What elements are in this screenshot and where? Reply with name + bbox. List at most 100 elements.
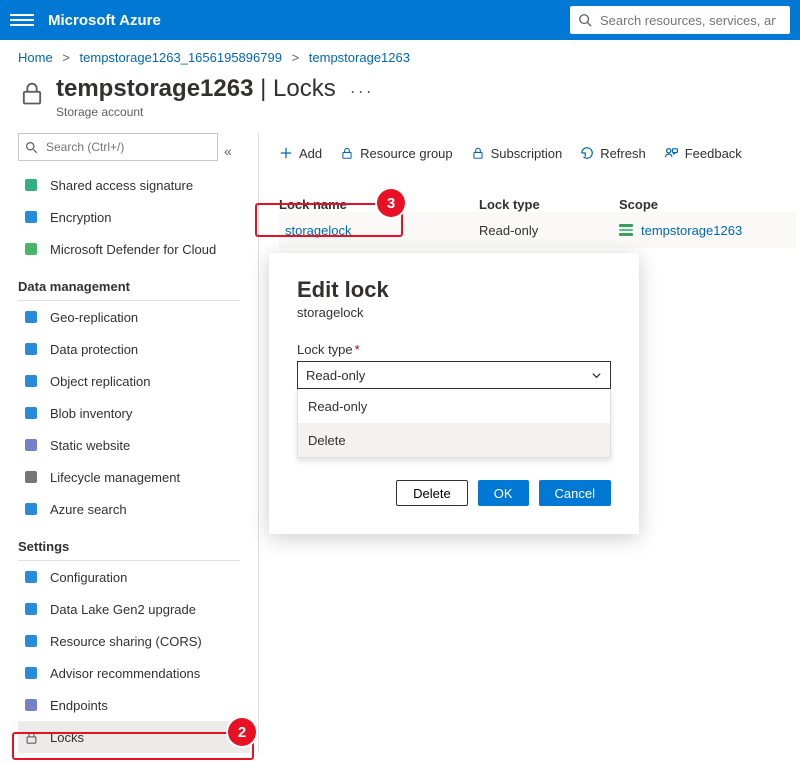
sidebar-item-label: Advisor recommendations <box>50 666 200 681</box>
sidebar-item-label: Encryption <box>50 210 111 225</box>
service-icon <box>22 500 40 518</box>
sidebar-item-azure-search[interactable]: Azure search <box>18 493 250 525</box>
search-icon <box>25 141 38 154</box>
sidebar-item-label: Blob inventory <box>50 406 132 421</box>
feedback-button[interactable]: Feedback <box>664 146 742 161</box>
brand-label: Microsoft Azure <box>48 12 161 29</box>
service-icon <box>22 176 40 194</box>
command-bar: Add Resource group Subscription Refresh … <box>279 133 796 173</box>
sidebar-item-label: Azure search <box>50 502 127 517</box>
global-header: Microsoft Azure <box>0 0 800 40</box>
service-icon <box>22 696 40 714</box>
lock-type-options: Read-only Delete <box>297 389 611 458</box>
page-title: tempstorage1263 | Locks <box>56 75 336 103</box>
sidebar-item-label: Endpoints <box>50 698 108 713</box>
service-icon <box>22 404 40 422</box>
ok-button[interactable]: OK <box>478 480 529 506</box>
add-button[interactable]: Add <box>279 146 322 161</box>
cancel-button[interactable]: Cancel <box>539 480 611 506</box>
page-subtitle: Storage account <box>56 105 336 119</box>
service-icon <box>22 240 40 258</box>
sidebar-item-configuration[interactable]: Configuration <box>18 561 250 593</box>
sidebar-item-label: Microsoft Defender for Cloud <box>50 242 216 257</box>
crumb-home[interactable]: Home <box>18 50 53 65</box>
sidebar-item-lifecycle-management[interactable]: Lifecycle management <box>18 461 250 493</box>
page-header: tempstorage1263 | Locks Storage account … <box>0 69 800 133</box>
sidebar-group-settings: Settings <box>18 525 240 561</box>
sidebar-item-data-protection[interactable]: Data protection <box>18 333 250 365</box>
col-lock-type: Lock type <box>479 197 619 212</box>
service-icon <box>22 568 40 586</box>
delete-button[interactable]: Delete <box>396 480 468 506</box>
global-search[interactable] <box>570 6 790 34</box>
panel-title: Edit lock <box>297 277 611 303</box>
option-delete[interactable]: Delete <box>298 423 610 457</box>
sidebar-item-resource-sharing-cors-[interactable]: Resource sharing (CORS) <box>18 625 250 657</box>
table-header: Lock name Lock type Scope <box>279 197 796 212</box>
sidebar-item-label: Lifecycle management <box>50 470 180 485</box>
service-icon <box>22 436 40 454</box>
service-icon <box>22 600 40 618</box>
edit-lock-panel: Edit lock storagelock Lock type* Read-on… <box>269 253 639 534</box>
service-icon <box>22 728 40 746</box>
cell-lock-type: Read-only <box>479 223 619 238</box>
refresh-button[interactable]: Refresh <box>580 146 646 161</box>
cell-lock-name[interactable]: storagelock <box>279 223 479 238</box>
lock-icon <box>18 79 46 107</box>
sidebar-item-label: Locks <box>50 730 84 745</box>
col-lock-name: Lock name <box>279 197 479 212</box>
crumb-resource[interactable]: tempstorage1263 <box>309 50 410 65</box>
sidebar-item-locks[interactable]: Locks <box>18 721 250 753</box>
sidebar-item-object-replication[interactable]: Object replication <box>18 365 250 397</box>
more-icon[interactable]: ··· <box>350 81 374 102</box>
table-row[interactable]: storagelock Read-only tempstorage1263 <box>279 212 796 248</box>
service-icon <box>22 208 40 226</box>
storage-icon <box>619 224 633 236</box>
lock-icon <box>340 146 354 160</box>
sidebar-item-endpoints[interactable]: Endpoints <box>18 689 250 721</box>
subscription-button[interactable]: Subscription <box>471 146 563 161</box>
crumb-group[interactable]: tempstorage1263_1656195896799 <box>80 50 282 65</box>
sidebar-item-label: Configuration <box>50 570 127 585</box>
sidebar-item-microsoft-defender-for-cloud[interactable]: Microsoft Defender for Cloud <box>18 233 250 265</box>
sidebar-item-label: Data Lake Gen2 upgrade <box>50 602 196 617</box>
plus-icon <box>279 146 293 160</box>
sidebar-item-blob-inventory[interactable]: Blob inventory <box>18 397 250 429</box>
sidebar: « Shared access signature Encryption Micro… <box>0 133 258 753</box>
sidebar-item-label: Data protection <box>50 342 138 357</box>
sidebar-group-data-management: Data management <box>18 265 240 301</box>
service-icon <box>22 308 40 326</box>
cell-scope[interactable]: tempstorage1263 <box>619 223 796 238</box>
sidebar-item-geo-replication[interactable]: Geo-replication <box>18 301 250 333</box>
menu-icon[interactable] <box>10 14 34 26</box>
sidebar-item-label: Static website <box>50 438 130 453</box>
col-scope: Scope <box>619 197 796 212</box>
sidebar-item-label: Geo-replication <box>50 310 138 325</box>
sidebar-item-label: Object replication <box>50 374 150 389</box>
lock-type-select[interactable]: Read-only <box>297 361 611 389</box>
sidebar-search-input[interactable] <box>44 139 211 155</box>
sidebar-item-data-lake-gen2-upgrade[interactable]: Data Lake Gen2 upgrade <box>18 593 250 625</box>
lock-icon <box>471 146 485 160</box>
option-read-only[interactable]: Read-only <box>298 389 610 423</box>
refresh-icon <box>580 146 594 160</box>
sidebar-item-static-website[interactable]: Static website <box>18 429 250 461</box>
sidebar-item-advisor-recommendations[interactable]: Advisor recommendations <box>18 657 250 689</box>
service-icon <box>22 468 40 486</box>
sidebar-search[interactable] <box>18 133 218 161</box>
sidebar-item-encryption[interactable]: Encryption <box>18 201 250 233</box>
resource-group-button[interactable]: Resource group <box>340 146 453 161</box>
chevron-down-icon <box>591 370 602 381</box>
panel-subtitle: storagelock <box>297 305 611 320</box>
main-area: Add Resource group Subscription Refresh … <box>258 133 800 753</box>
global-search-input[interactable] <box>598 12 778 29</box>
service-icon <box>22 632 40 650</box>
service-icon <box>22 340 40 358</box>
sidebar-item-label: Resource sharing (CORS) <box>50 634 202 649</box>
collapse-icon[interactable]: « <box>224 143 232 159</box>
search-icon <box>578 13 592 27</box>
sidebar-item-shared-access-signature[interactable]: Shared access signature <box>18 169 250 201</box>
service-icon <box>22 372 40 390</box>
lock-type-label: Lock type* <box>297 342 611 357</box>
service-icon <box>22 664 40 682</box>
